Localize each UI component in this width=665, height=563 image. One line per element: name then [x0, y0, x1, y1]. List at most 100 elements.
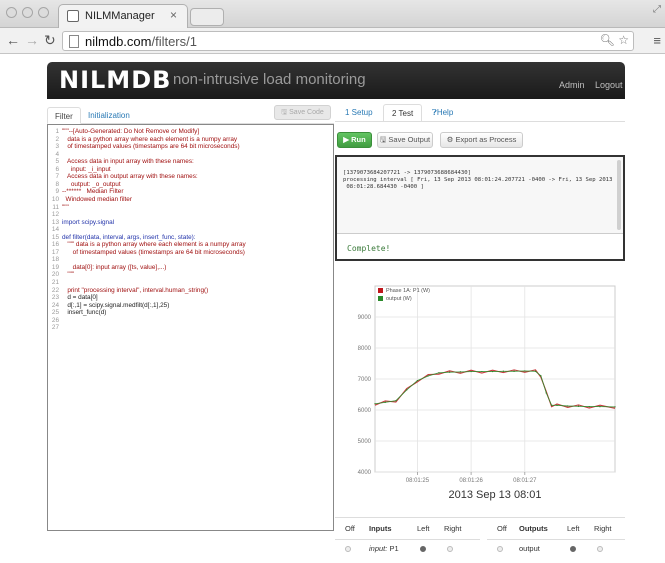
code-text: --****** Median Filter	[62, 188, 124, 196]
data-point	[502, 370, 504, 372]
data-point	[599, 405, 601, 408]
forward-icon[interactable]: →	[25, 32, 39, 48]
line-number: 14	[51, 226, 59, 234]
zoom-and-bookmark-icon[interactable]: 🔍︎ ☆	[600, 33, 629, 47]
reload-icon[interactable]: ↻	[44, 32, 56, 49]
y-tick-label: 4000	[358, 470, 372, 476]
line-number: 13	[51, 218, 59, 226]
input-right-radio[interactable]	[447, 546, 453, 552]
code-text: input: _i_input	[62, 165, 111, 173]
page-icon	[69, 35, 79, 48]
save-output-button[interactable]: 🖫 Save Output	[377, 132, 433, 148]
console-line: [1379073684207721 -> 1379073688684430]	[343, 170, 471, 176]
run-button[interactable]: ▶ Run	[337, 132, 372, 148]
gear-icon: ⚙	[446, 135, 454, 144]
output-off-radio[interactable]	[497, 546, 503, 552]
browser-tabstrip: NILMManager × ⤢	[0, 0, 665, 28]
tab-help[interactable]: ❓︎Help	[424, 104, 461, 122]
data-point	[551, 404, 553, 406]
data-point	[567, 405, 569, 407]
tab-close-icon[interactable]: ×	[170, 8, 177, 22]
console-output: [1379073684207721 -> 1379073688684430] p…	[337, 157, 623, 234]
save-code-button[interactable]: 🖫 Save Code	[274, 105, 331, 120]
url-text: nilmdb.com/filters/1	[85, 34, 197, 49]
line-number: 4	[55, 150, 59, 158]
data-point	[374, 403, 376, 405]
code-line: 12	[48, 211, 62, 218]
code-line: 5 Access data in input array with these …	[48, 158, 193, 166]
code-text: Windowed median filter	[62, 195, 132, 203]
x-tick-label: 08:01:26	[459, 478, 483, 484]
outputs-header: Outputs	[519, 524, 548, 533]
fullscreen-icon[interactable]: ⤢	[653, 4, 661, 15]
tab-initialization[interactable]: Initialization	[81, 107, 137, 124]
line-number: 18	[51, 256, 59, 264]
code-editor[interactable]: 1 """--[Auto-Generated: Do Not Remove or …	[47, 124, 334, 531]
data-point	[384, 401, 386, 403]
code-text: Access data in output array with these n…	[62, 173, 198, 181]
code-line: 3 of timestamped values (timestamps are …	[48, 143, 239, 151]
line-number: 10	[51, 195, 59, 203]
input-name: input: P1	[369, 544, 399, 553]
code-text: output: _o_output	[62, 180, 121, 188]
code-line: 23 d = data[0]	[48, 294, 98, 301]
tab-test[interactable]: 2 Test	[383, 104, 423, 122]
browser-tab[interactable]: NILMManager ×	[58, 4, 188, 28]
y-tick-label: 8000	[358, 346, 372, 352]
admin-link[interactable]: Admin	[559, 80, 585, 90]
code-line: 2 data is a python array where each elem…	[48, 136, 237, 143]
code-line: 6 input: _i_input	[48, 165, 111, 173]
code-text: """	[62, 203, 69, 211]
line-number: 6	[55, 165, 59, 173]
data-point	[513, 370, 515, 372]
data-point	[524, 370, 526, 372]
x-axis-label: 2013 Sep 13 08:01	[449, 489, 542, 501]
outputs-left-header: Left	[567, 524, 580, 533]
power-chart: 4000 5000 6000 7000 8000 9000 08:01:25 08:01:26…	[358, 285, 616, 501]
line-number: 2	[55, 135, 59, 143]
output-left-radio[interactable]	[570, 546, 576, 552]
inputs-header: Inputs	[369, 524, 392, 533]
line-number: 5	[55, 158, 59, 166]
line-number: 23	[51, 294, 59, 302]
line-number: 7	[55, 173, 59, 181]
code-line: 9 --****** Median Filter	[48, 188, 123, 195]
console-scrollbar[interactable]	[617, 160, 621, 230]
code-text: data[0]: input array ([ts, value],...)	[62, 263, 167, 271]
console-line: processing interval [ Fri, 13 Sep 2013 0…	[343, 177, 613, 183]
input-left-radio[interactable]	[420, 546, 426, 552]
code-line: 21	[48, 279, 62, 286]
tab-filter[interactable]: Filter	[47, 107, 81, 124]
output-name: output	[519, 544, 540, 553]
code-line: 4	[48, 151, 62, 158]
line-number: 27	[51, 324, 59, 332]
logout-link[interactable]: Logout	[595, 80, 623, 90]
data-point	[470, 370, 472, 373]
data-point	[588, 405, 590, 408]
data-point	[416, 379, 419, 382]
address-bar[interactable]: nilmdb.com/filters/1 🔍︎ ☆	[62, 31, 634, 51]
close-window-button[interactable]	[6, 7, 17, 18]
back-icon[interactable]: ←	[6, 32, 20, 48]
minimize-window-button[interactable]	[22, 7, 33, 18]
line-number: 21	[51, 279, 59, 286]
new-tab-button[interactable]	[190, 8, 224, 26]
code-line: 7 Access data in output array with these…	[48, 173, 198, 181]
line-number: 3	[55, 143, 59, 151]
data-point	[491, 370, 494, 373]
legend-swatch	[378, 288, 383, 293]
browser-menu-icon[interactable]: ≡	[653, 33, 661, 48]
tab-setup[interactable]: 1 Setup	[337, 104, 381, 122]
tab-divider	[335, 121, 625, 122]
export-process-button[interactable]: ⚙ Export as Process	[440, 132, 523, 148]
code-text: of timestamped values (timestamps are 64…	[62, 248, 245, 256]
output-right-radio[interactable]	[597, 546, 603, 552]
code-text: d[:,1] = scipy.signal.medfilt(d[:,1],25)	[62, 301, 170, 309]
outputs-divider	[487, 539, 625, 540]
favicon-icon	[67, 10, 79, 22]
maximize-window-button[interactable]	[38, 7, 49, 18]
input-off-radio[interactable]	[345, 546, 351, 552]
code-line: 17 of timestamped values (timestamps are…	[48, 249, 245, 256]
inputs-divider	[335, 539, 480, 540]
code-text: """--[Auto-Generated: Do Not Remove or M…	[62, 128, 200, 135]
